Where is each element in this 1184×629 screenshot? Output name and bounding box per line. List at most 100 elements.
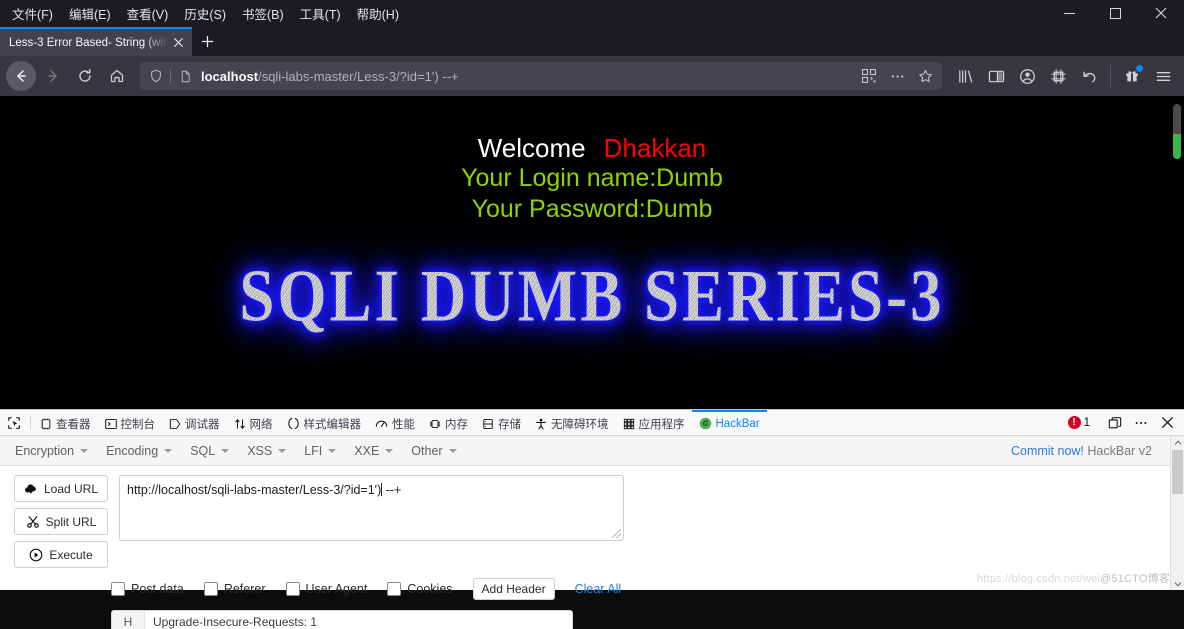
tab-performance[interactable]: 性能: [368, 410, 422, 435]
url-path: /sqli-labs-master/Less-3/?id=1') --+: [258, 68, 459, 84]
tab-inspector-label: 查看器: [56, 418, 91, 431]
qr-code-icon[interactable]: [856, 64, 882, 88]
url-text[interactable]: localhost/sqli-labs-master/Less-3/?id=1'…: [197, 69, 856, 84]
tab-strip: Less-3 Error Based- String (with T: [0, 26, 1184, 56]
welcome-line: Welcome Dhakkan: [0, 133, 1184, 163]
sidebar-icon[interactable]: [981, 61, 1011, 91]
hb-menu-lfi[interactable]: LFI: [295, 440, 345, 462]
console-icon: [104, 418, 117, 430]
devtools-more-icon[interactable]: [1129, 413, 1153, 433]
page-icon[interactable]: [173, 64, 197, 88]
page-scrollbar[interactable]: [1170, 96, 1184, 409]
library-icon[interactable]: [950, 61, 980, 91]
maximize-icon[interactable]: [1092, 0, 1138, 26]
chevron-down-icon: [385, 448, 394, 453]
forward-icon[interactable]: [38, 61, 68, 91]
tab-console[interactable]: 控制台: [98, 410, 163, 435]
welcome-block: Welcome Dhakkan Your Login name:Dumb Your…: [0, 96, 1184, 224]
scroll-up-icon[interactable]: [1171, 436, 1184, 449]
tab-hackbar[interactable]: HackBar: [691, 410, 767, 435]
post-data-checkbox-icon[interactable]: [111, 582, 125, 596]
screenshot-icon[interactable]: [1043, 61, 1073, 91]
error-icon: !: [1067, 416, 1081, 429]
close-icon[interactable]: [1138, 0, 1184, 26]
url-textarea[interactable]: http://localhost/sqli-labs-master/Less-3…: [119, 475, 624, 541]
chevron-down-icon: [278, 448, 287, 453]
menu-bookmarks[interactable]: 书签(B): [234, 1, 292, 26]
chevron-down-icon: [164, 448, 173, 453]
app-menu-icon[interactable]: [1148, 61, 1178, 91]
referer-checkbox-icon[interactable]: [203, 582, 218, 596]
hackbar-scrollbar-thumb[interactable]: [1172, 450, 1183, 494]
minimize-icon[interactable]: [1046, 0, 1092, 26]
hb-menu-xss[interactable]: XSS: [238, 440, 295, 462]
back-icon[interactable]: [6, 61, 36, 91]
tab-console-label: 控制台: [120, 418, 156, 431]
tab-network[interactable]: 网络: [227, 410, 280, 435]
hb-menu-xxe[interactable]: XXE: [345, 440, 402, 462]
hb-menu-other-label: Other: [411, 443, 443, 458]
commit-now-link[interactable]: Commit now!: [1011, 444, 1084, 458]
hb-menu-sql[interactable]: SQL: [181, 440, 238, 462]
menu-history[interactable]: 历史(S): [176, 1, 234, 26]
browser-chrome: 文件(F) 编辑(E) 查看(V) 历史(S) 书签(B) 工具(T) 帮助(H…: [0, 0, 1184, 96]
header-value[interactable]: Upgrade-Insecure-Requests: 1: [145, 615, 317, 629]
error-count-badge[interactable]: ! 1: [1064, 416, 1094, 429]
execute-button[interactable]: Execute: [14, 541, 108, 568]
add-header-button[interactable]: Add Header: [472, 578, 555, 600]
bookmark-star-icon[interactable]: [912, 64, 938, 88]
url-host: localhost: [201, 68, 259, 84]
clear-all-link[interactable]: Clear All: [575, 582, 622, 596]
tab-style-editor[interactable]: 样式编辑器: [280, 410, 369, 435]
load-url-button[interactable]: Load URL: [14, 475, 108, 502]
hb-menu-encryption[interactable]: Encryption: [6, 440, 97, 462]
page-content: Welcome Dhakkan Your Login name:Dumb Your…: [0, 96, 1184, 409]
browser-tab[interactable]: Less-3 Error Based- String (with T: [0, 27, 192, 56]
home-icon[interactable]: [102, 61, 132, 91]
devtools-close-icon[interactable]: [1155, 413, 1179, 433]
cookies-checkbox-icon[interactable]: [387, 582, 402, 596]
menu-view[interactable]: 查看(V): [119, 1, 177, 26]
chevron-down-icon: [80, 448, 89, 453]
hackbar-menu-bar: Encryption Encoding SQL XSS LFI XXE Othe…: [0, 436, 1184, 466]
devtools-toolbar-actions: ! 1: [1064, 410, 1184, 435]
element-picker-icon[interactable]: [0, 410, 28, 435]
tab-accessibility[interactable]: 无障碍环境: [528, 410, 616, 435]
account-icon[interactable]: [1012, 61, 1042, 91]
checkbox-cookies[interactable]: Cookies: [387, 582, 453, 596]
gift-icon[interactable]: [1117, 61, 1147, 91]
menu-help[interactable]: 帮助(H): [349, 1, 407, 26]
devtools-panel: 查看器 控制台 调试器 网络 样式编辑器 性能 内存 存储 无障碍环境 应用程序…: [0, 409, 1184, 629]
devtools-tab-bar: 查看器 控制台 调试器 网络 样式编辑器 性能 内存 存储 无障碍环境 应用程序…: [0, 410, 1184, 436]
tab-application[interactable]: 应用程序: [616, 410, 692, 435]
browser-window: 文件(F) 编辑(E) 查看(V) 历史(S) 书签(B) 工具(T) 帮助(H…: [0, 0, 1184, 629]
header-row[interactable]: H Upgrade-Insecure-Requests: 1: [111, 610, 573, 629]
dock-position-icon[interactable]: [1103, 413, 1127, 433]
split-url-button[interactable]: Split URL: [14, 508, 108, 535]
chevron-down-icon: [328, 448, 337, 453]
menu-tools[interactable]: 工具(T): [292, 1, 349, 26]
checkbox-referer[interactable]: Referer: [203, 582, 266, 596]
hb-menu-encoding[interactable]: Encoding: [97, 440, 181, 462]
undo-close-tab-icon[interactable]: [1074, 61, 1104, 91]
new-tab-button[interactable]: [192, 27, 222, 56]
hb-menu-other[interactable]: Other: [402, 440, 465, 462]
menu-file[interactable]: 文件(F): [4, 1, 61, 26]
tab-storage[interactable]: 存储: [475, 410, 528, 435]
checkbox-post-data[interactable]: Post data: [111, 582, 184, 596]
url-bar[interactable]: localhost/sqli-labs-master/Less-3/?id=1'…: [140, 62, 942, 90]
checkbox-user-agent[interactable]: User Agent: [285, 582, 367, 596]
hackbar-scrollbar[interactable]: [1170, 436, 1184, 590]
page-scrollbar-thumb-highlight[interactable]: [1173, 134, 1181, 159]
menu-edit[interactable]: 编辑(E): [61, 1, 119, 26]
tab-inspector[interactable]: 查看器: [33, 410, 98, 435]
tab-close-icon[interactable]: [168, 33, 188, 53]
shield-icon[interactable]: [144, 64, 168, 88]
user-agent-checkbox-icon[interactable]: [285, 582, 300, 596]
tab-memory[interactable]: 内存: [422, 410, 475, 435]
reload-icon[interactable]: [70, 61, 100, 91]
textarea-resize-grip[interactable]: [612, 529, 621, 538]
tab-debugger[interactable]: 调试器: [162, 410, 227, 435]
page-actions-icon[interactable]: [884, 64, 910, 88]
scroll-down-icon[interactable]: [1171, 577, 1184, 590]
